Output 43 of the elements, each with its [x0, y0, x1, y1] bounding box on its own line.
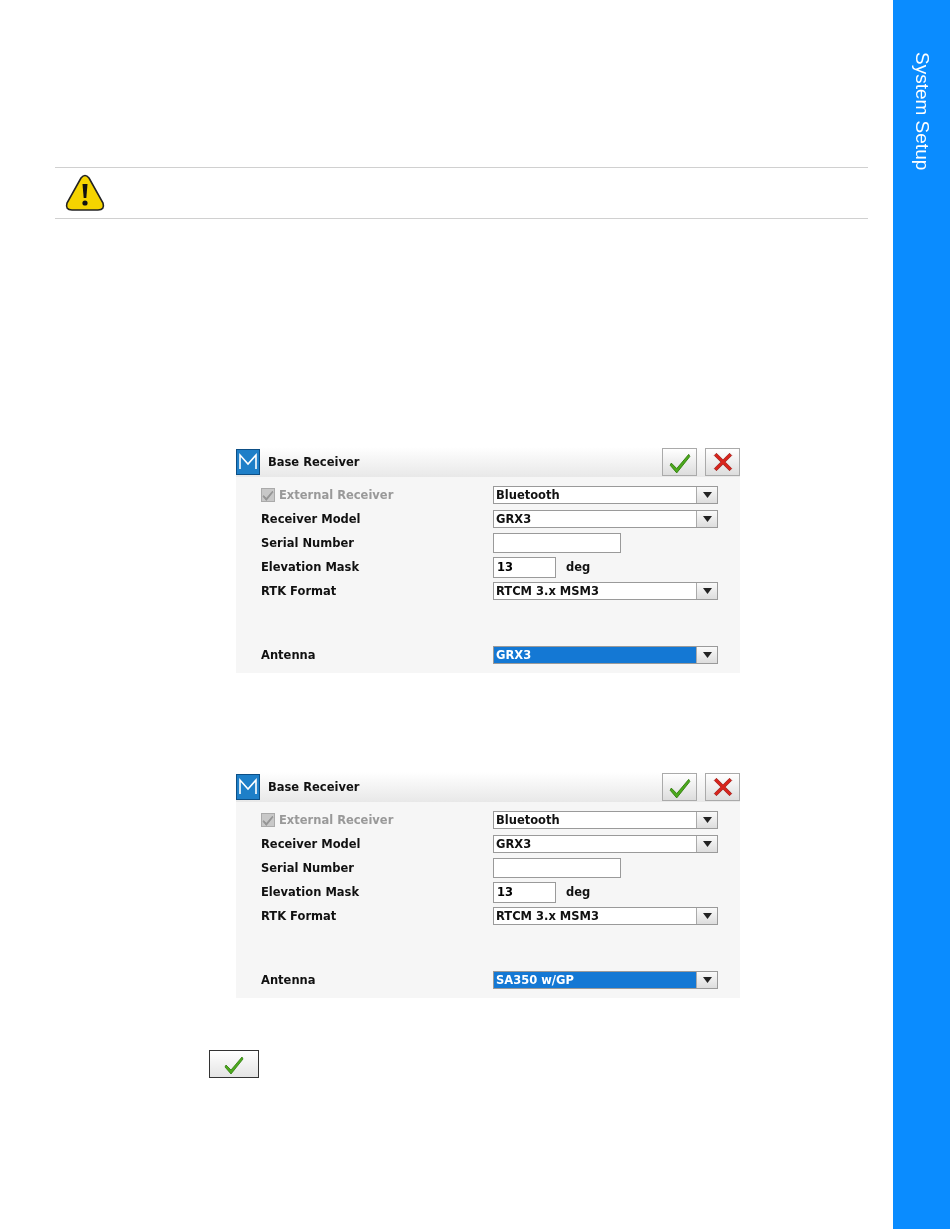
field-label: External Receiver: [279, 813, 394, 827]
field-label: RTK Format: [261, 909, 337, 923]
field-label: RTK Format: [261, 584, 337, 598]
confirm-button[interactable]: [209, 1050, 259, 1078]
unit-label: deg: [566, 560, 591, 574]
section-title: System Setup: [910, 52, 933, 171]
caret-icon: [702, 652, 712, 658]
field-label: Receiver Model: [261, 512, 361, 526]
field-label: Elevation Mask: [261, 560, 360, 574]
menu-icon[interactable]: [236, 449, 260, 475]
dialog-title: Base Receiver: [268, 780, 361, 794]
dropdown[interactable]: SA350 w/GP: [493, 971, 718, 989]
caret-icon: [702, 588, 712, 594]
caret-icon: [702, 841, 712, 847]
field-label: Antenna: [261, 973, 316, 987]
caret-icon: [702, 913, 712, 919]
field-label: Receiver Model: [261, 837, 361, 851]
close-icon: [710, 775, 735, 799]
input-field[interactable]: [493, 858, 621, 878]
caret-icon: [702, 492, 712, 498]
field-label: Serial Number: [261, 861, 354, 875]
caret-icon: [702, 817, 712, 823]
input-field[interactable]: 13: [493, 556, 556, 578]
caret-icon: [702, 977, 712, 983]
close-button[interactable]: [705, 773, 740, 801]
dropdown[interactable]: GRX3: [493, 646, 718, 664]
warning-icon: [64, 174, 106, 212]
input-field[interactable]: [493, 533, 621, 553]
dropdown[interactable]: GRX3: [493, 835, 718, 853]
close-icon: [710, 450, 735, 474]
field-label: External Receiver: [279, 488, 394, 502]
field-label: Elevation Mask: [261, 885, 360, 899]
dropdown[interactable]: RTCM 3.x MSM3: [493, 907, 718, 925]
dropdown[interactable]: RTCM 3.x MSM3: [493, 582, 718, 600]
caret-icon: [702, 516, 712, 522]
unit-label: deg: [566, 885, 591, 899]
close-button[interactable]: [705, 448, 740, 476]
input-field[interactable]: 13: [493, 881, 556, 903]
dialog-title: Base Receiver: [268, 455, 361, 469]
field-label: Antenna: [261, 648, 316, 662]
menu-icon[interactable]: [236, 774, 260, 800]
field-label: Serial Number: [261, 536, 354, 550]
dropdown[interactable]: GRX3: [493, 510, 718, 528]
